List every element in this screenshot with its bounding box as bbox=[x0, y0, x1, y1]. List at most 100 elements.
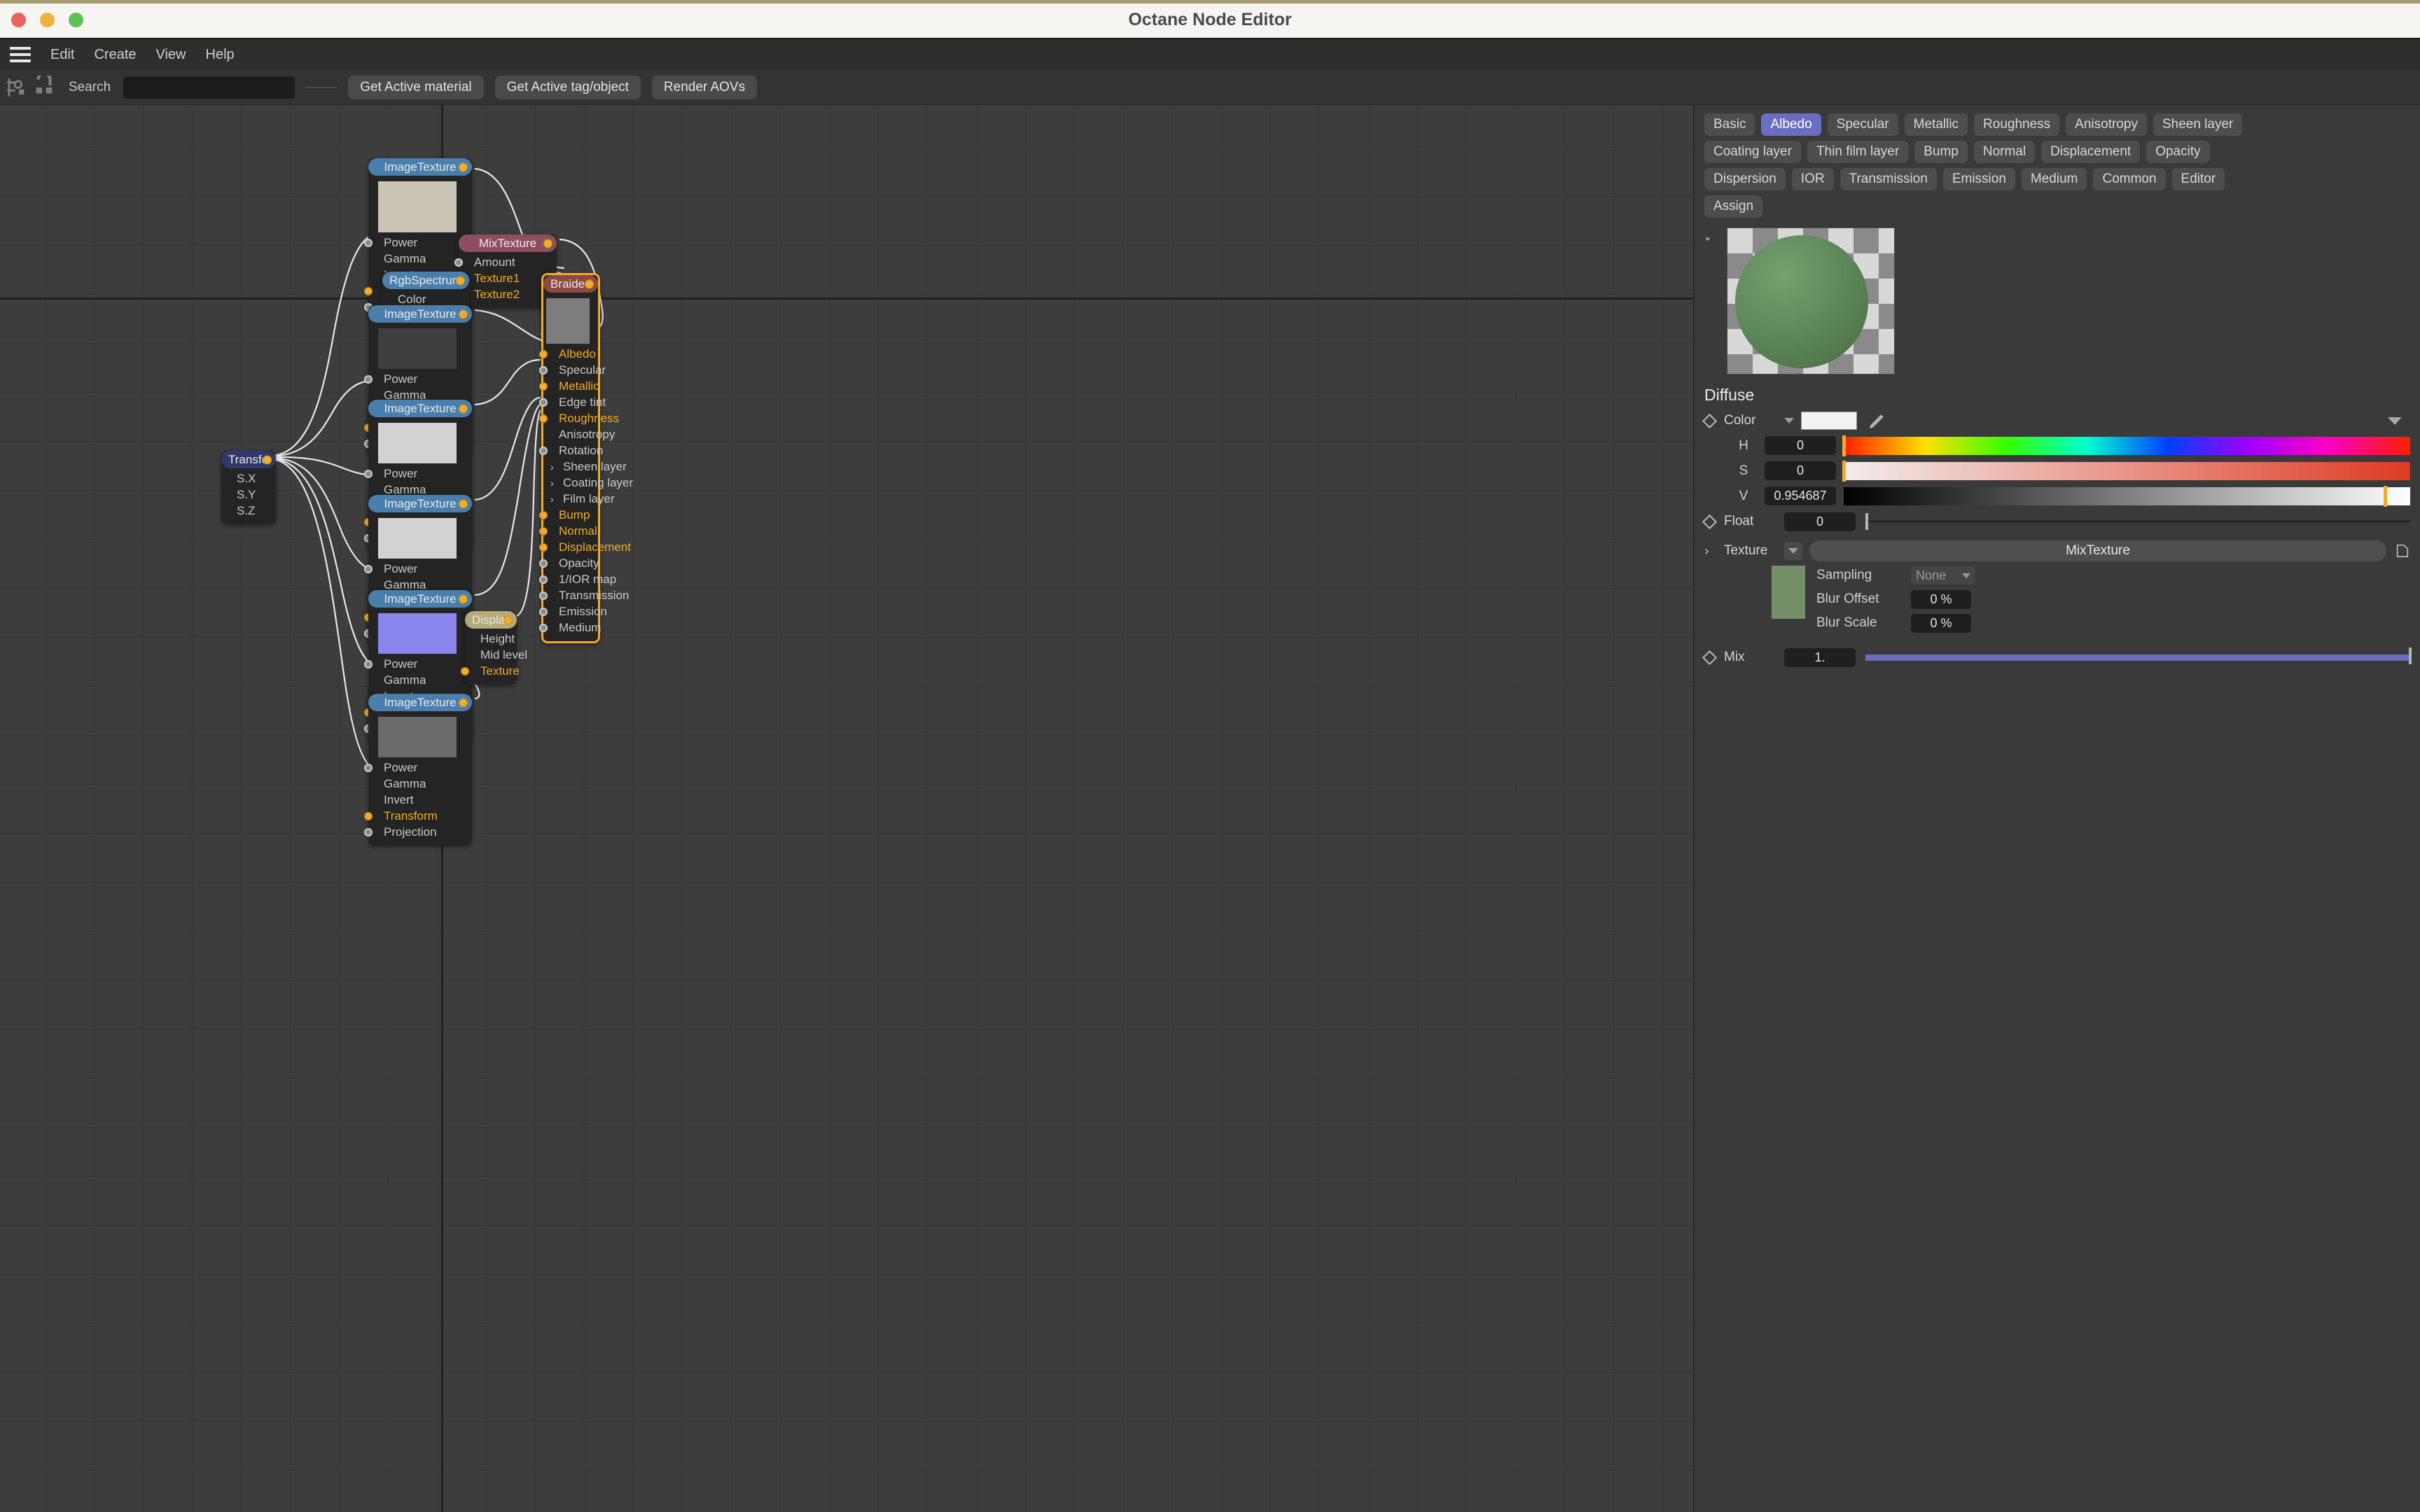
color-dropdown-caret-icon[interactable] bbox=[1784, 418, 1794, 424]
menu-item-help[interactable]: Help bbox=[196, 47, 244, 63]
pin-dot[interactable] bbox=[539, 607, 548, 616]
tab-basic[interactable]: Basic bbox=[1704, 113, 1755, 136]
node-header-braided[interactable]: Braided bbox=[543, 275, 598, 293]
channel-input-h[interactable]: 0 bbox=[1765, 436, 1836, 455]
node-header-mix[interactable]: MixTexture bbox=[459, 234, 557, 252]
node-braided[interactable]: Braided Albedo Specular Metallic Edge tint Ro… bbox=[539, 273, 633, 643]
mix-value-input[interactable]: 1. bbox=[1784, 648, 1856, 667]
texture-dropdown-button[interactable] bbox=[1784, 542, 1802, 560]
output-pin-braided[interactable] bbox=[585, 279, 594, 288]
pin-bump[interactable]: Bump bbox=[539, 507, 592, 523]
channel-input-v[interactable]: 0.954687 bbox=[1765, 486, 1836, 505]
pin-rotation[interactable]: Rotation bbox=[539, 442, 603, 458]
eyedropper-icon[interactable] bbox=[1868, 412, 1886, 430]
tab-medium[interactable]: Medium bbox=[2021, 168, 2087, 190]
output-pin-img3[interactable] bbox=[459, 404, 468, 413]
pin-texture[interactable]: Texture bbox=[461, 663, 520, 679]
node-header-transform[interactable]: Transform bbox=[221, 451, 276, 468]
pin-dot[interactable] bbox=[364, 827, 373, 836]
output-pin-rgb[interactable] bbox=[456, 276, 465, 285]
tab-roughness[interactable]: Roughness bbox=[1974, 113, 2060, 136]
pin-gamma[interactable]: Gamma bbox=[368, 672, 466, 688]
pin-metallic[interactable]: Metallic bbox=[539, 378, 599, 394]
get-active-tag-object-button[interactable]: Get Active tag/object bbox=[494, 75, 641, 99]
pin-power[interactable]: Power bbox=[364, 760, 466, 776]
pin-projection[interactable]: Projection bbox=[364, 824, 466, 840]
node-header-rgb[interactable]: RgbSpectrum bbox=[382, 272, 469, 289]
pin-opacity[interactable]: Opacity bbox=[539, 555, 599, 571]
tab-albedo[interactable]: Albedo bbox=[1761, 113, 1821, 136]
pin-emission[interactable]: Emission bbox=[539, 603, 607, 620]
tab-anisotropy[interactable]: Anisotropy bbox=[2066, 113, 2147, 136]
pin-dot[interactable] bbox=[539, 414, 548, 423]
pin-dot[interactable] bbox=[364, 286, 373, 295]
tab-specular[interactable]: Specular bbox=[1827, 113, 1898, 136]
pin-s.x[interactable]: S.X bbox=[221, 470, 270, 486]
pin-medium[interactable]: Medium bbox=[539, 620, 601, 636]
tab-common[interactable]: Common bbox=[2093, 168, 2166, 190]
float-slider-handle[interactable] bbox=[1865, 513, 1868, 530]
color-options-caret-icon[interactable] bbox=[2388, 416, 2402, 425]
tab-coating-layer[interactable]: Coating layer bbox=[1704, 141, 1801, 163]
tab-thin-film-layer[interactable]: Thin film layer bbox=[1807, 141, 1909, 163]
pin-dot[interactable] bbox=[454, 258, 463, 267]
pin-dot[interactable] bbox=[364, 564, 373, 573]
pin-dot[interactable] bbox=[539, 623, 548, 632]
pin-amount[interactable]: Amount bbox=[454, 254, 551, 270]
pin-dot[interactable] bbox=[539, 575, 548, 584]
pin-roughness[interactable]: Roughness bbox=[539, 410, 619, 426]
mix-slider[interactable] bbox=[1865, 647, 2412, 664]
node-header-disp[interactable]: Displacement bbox=[465, 611, 517, 629]
animate-diamond-icon[interactable] bbox=[1702, 514, 1718, 529]
output-pin-transform[interactable] bbox=[263, 455, 272, 464]
channel-slider-s[interactable] bbox=[1842, 460, 2410, 482]
output-pin-img6[interactable] bbox=[459, 698, 468, 707]
pin-dot[interactable] bbox=[539, 349, 548, 358]
magnet-icon[interactable] bbox=[32, 75, 56, 99]
tab-ior[interactable]: IOR bbox=[1791, 168, 1834, 190]
pin-dot[interactable] bbox=[461, 666, 469, 676]
chevron-down-icon[interactable]: ˅ bbox=[1704, 237, 1717, 251]
pin-dot[interactable] bbox=[539, 382, 548, 391]
output-pin-img4[interactable] bbox=[459, 499, 468, 508]
pin-invert[interactable]: Invert bbox=[368, 792, 466, 808]
pin-dot[interactable] bbox=[539, 446, 548, 455]
chevron-right-icon[interactable]: › bbox=[550, 477, 554, 489]
output-pin-img1[interactable] bbox=[459, 162, 468, 172]
tab-normal[interactable]: Normal bbox=[1973, 141, 2036, 163]
node-header-img2[interactable]: ImageTexture bbox=[368, 305, 472, 323]
pin-texture2[interactable]: Texture2 bbox=[454, 286, 551, 302]
pin-dot[interactable] bbox=[539, 591, 548, 600]
node-header-img1[interactable]: ImageTexture bbox=[368, 158, 472, 176]
pin-1-ior-map[interactable]: 1/IOR map bbox=[539, 571, 616, 587]
pin-coating-layer[interactable]: › Coating layer bbox=[543, 475, 633, 491]
pin-power[interactable]: Power bbox=[364, 561, 466, 577]
color-swatch[interactable] bbox=[1801, 412, 1857, 430]
tab-sheen-layer[interactable]: Sheen layer bbox=[2153, 113, 2243, 136]
pin-dot[interactable] bbox=[364, 763, 373, 772]
pin-albedo[interactable]: Albedo bbox=[539, 346, 596, 362]
channel-handle[interactable] bbox=[1842, 435, 1846, 456]
pin-specular[interactable]: Specular bbox=[539, 362, 606, 378]
pin-transform[interactable]: Transform bbox=[364, 808, 466, 824]
pin-dot[interactable] bbox=[364, 374, 373, 384]
node-img6[interactable]: ImageTexture Power Gamma Invert Transform Pro… bbox=[364, 694, 472, 846]
tab-opacity[interactable]: Opacity bbox=[2146, 141, 2210, 163]
pin-sheen-layer[interactable]: › Sheen layer bbox=[543, 458, 627, 475]
pin-power[interactable]: Power bbox=[364, 656, 466, 672]
tab-editor[interactable]: Editor bbox=[2171, 168, 2225, 190]
output-pin-img5[interactable] bbox=[459, 594, 468, 603]
output-pin-disp[interactable] bbox=[503, 615, 513, 624]
pin-dot[interactable] bbox=[364, 238, 373, 247]
pin-displacement[interactable]: Displacement bbox=[539, 539, 631, 555]
float-slider[interactable] bbox=[1865, 513, 2410, 530]
pin-gamma[interactable]: Gamma bbox=[368, 251, 466, 267]
pin-power[interactable]: Power bbox=[364, 371, 466, 387]
node-header-img5[interactable]: ImageTexture bbox=[368, 590, 472, 608]
pin-mid-level[interactable]: Mid level bbox=[465, 647, 527, 663]
tab-transmission[interactable]: Transmission bbox=[1840, 168, 1937, 190]
output-pin-img2[interactable] bbox=[459, 309, 468, 318]
pin-power[interactable]: Power bbox=[364, 465, 466, 482]
tab-bump[interactable]: Bump bbox=[1914, 141, 1968, 163]
octane-node-icon[interactable] bbox=[4, 76, 28, 99]
